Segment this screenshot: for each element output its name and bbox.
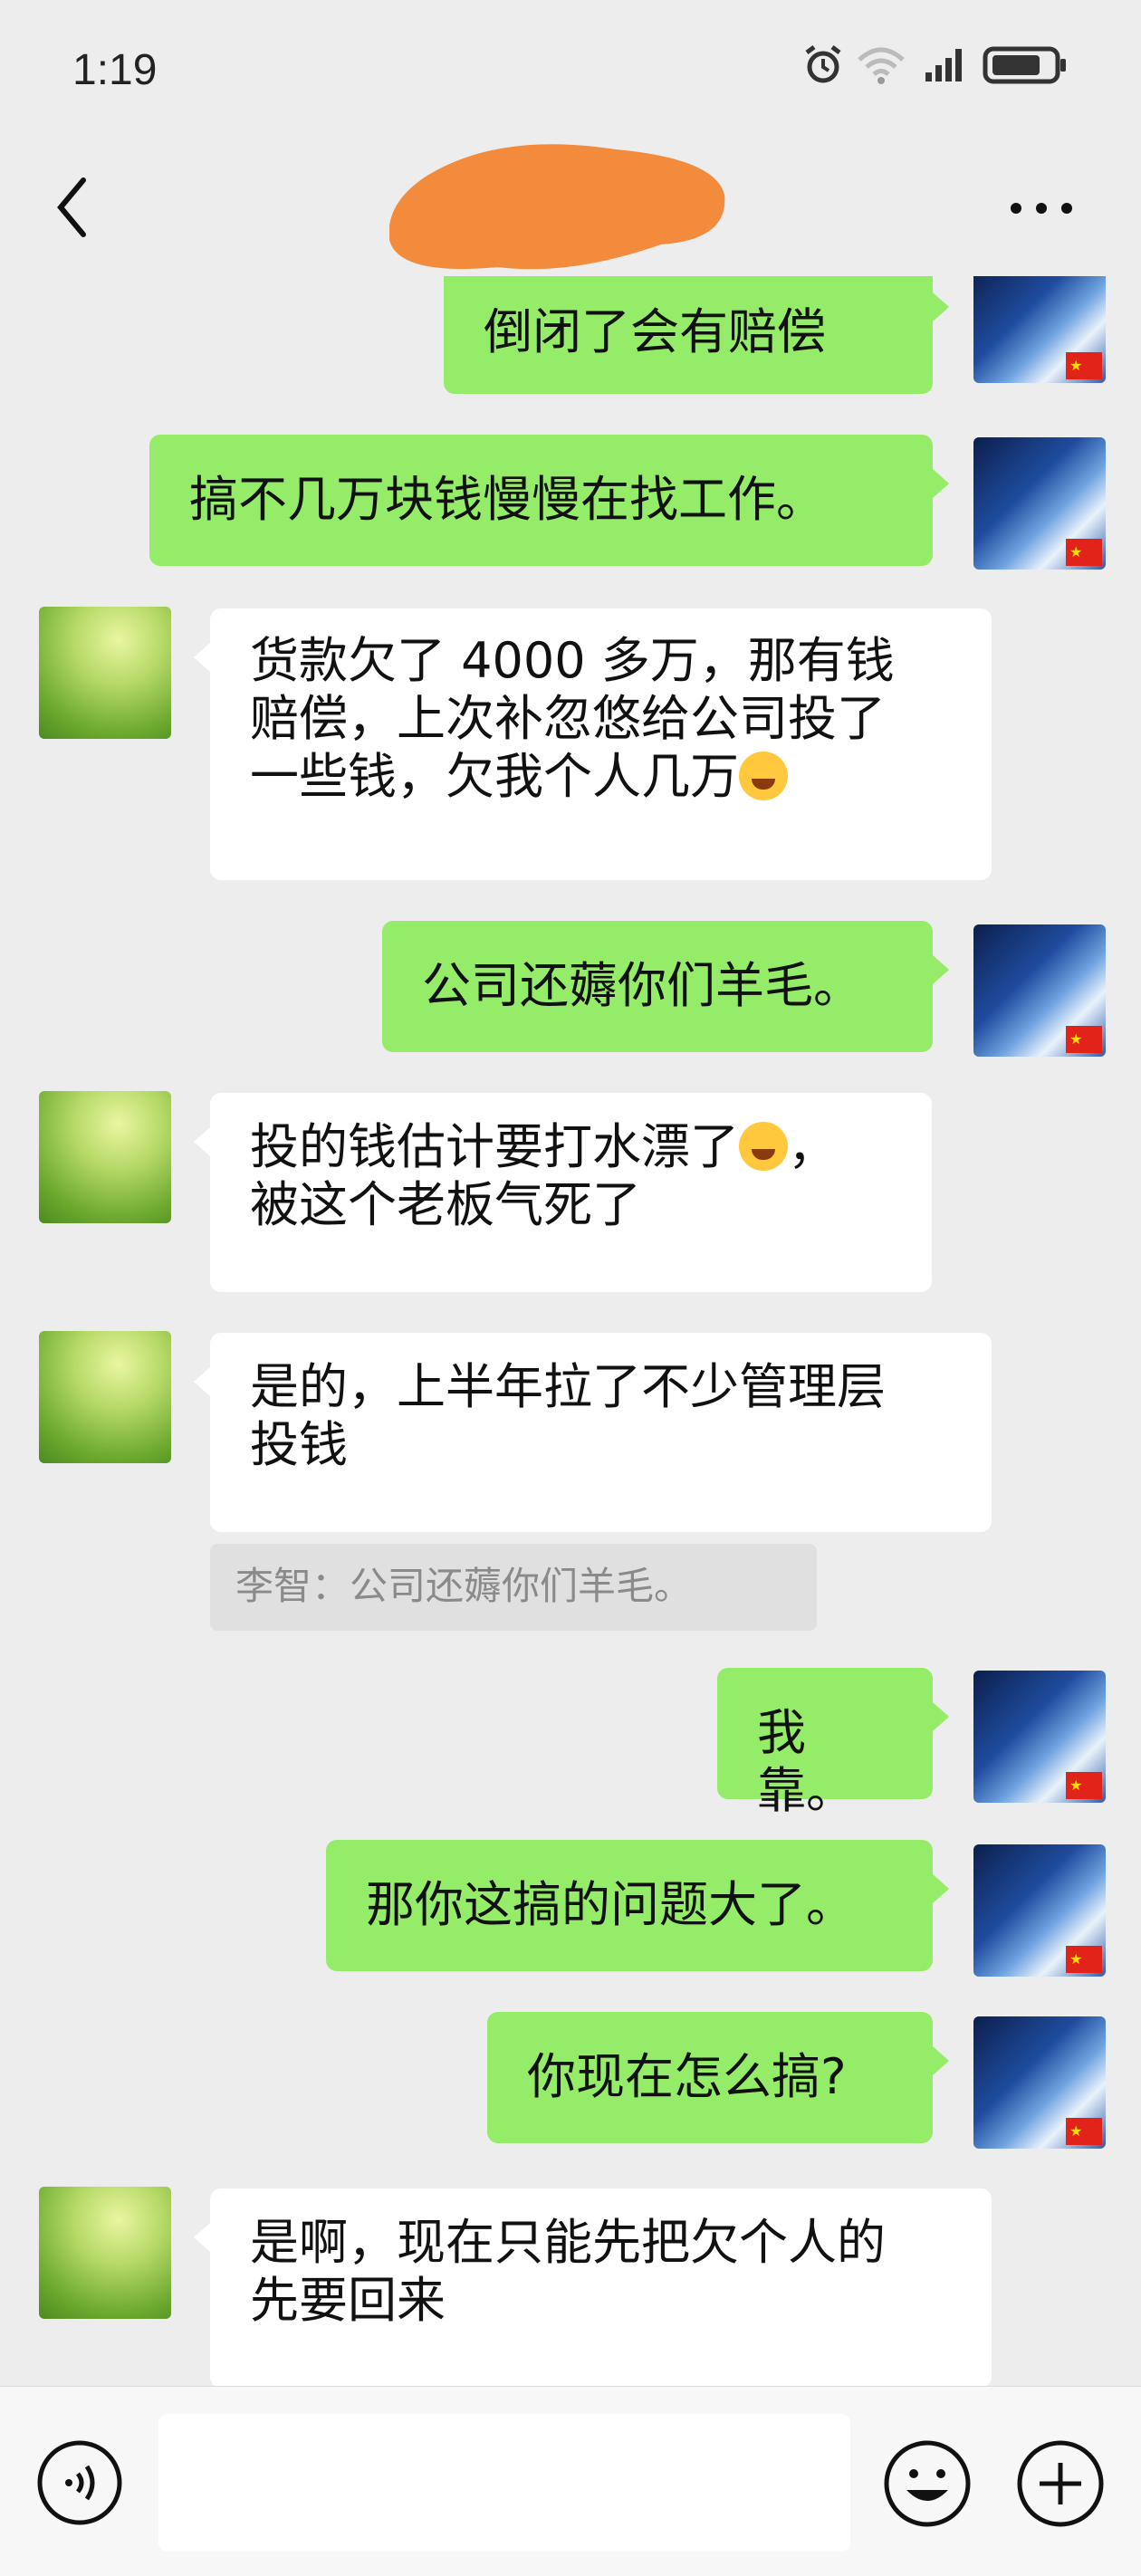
message-bubble-outgoing[interactable]: 倒闭了会有赔偿 [444,276,949,394]
contact-avatar[interactable] [39,1091,171,1223]
quoted-message[interactable]: 李智：公司还薅你们羊毛。 [210,1544,817,1631]
laugh-cry-emoji-icon [739,1122,788,1171]
redacted-title [389,144,725,270]
message-input-bar [0,2386,1141,2576]
message-bubble-outgoing[interactable]: 公司还薅你们羊毛。 [382,921,949,1052]
message-bubble-incoming[interactable]: 货款欠了 4000 多万，那有钱 赔偿，上次补忽悠给公司投了 一些钱，欠我个人几… [194,608,992,880]
message-bubble-outgoing[interactable]: 我靠。 [717,1668,949,1819]
message-bubble-incoming[interactable]: 是的，上半年拉了不少管理层 投钱 [194,1333,992,1532]
contact-avatar[interactable] [39,607,171,739]
self-avatar[interactable]: ★ [973,1671,1106,1803]
message-bubble-outgoing[interactable]: 那你这搞的问题大了。 [326,1840,949,1971]
message-bubble-outgoing[interactable]: 搞不几万块钱慢慢在找工作。 [149,435,949,566]
self-avatar[interactable]: ★ [973,437,1106,570]
message-bubble-incoming[interactable]: 是啊，现在只能先把欠个人的 先要回来 [194,2188,992,2386]
message-input[interactable] [158,2414,850,2552]
flag-icon: ★ [1066,352,1102,379]
self-avatar[interactable]: ★ [973,276,1106,383]
message-bubble-incoming[interactable]: 投的钱估计要打水漂了， 被这个老板气死了 [194,1093,932,1292]
flag-icon: ★ [1066,1026,1102,1053]
status-time: 1:19 [72,46,158,94]
back-button[interactable] [47,171,101,244]
self-avatar[interactable]: ★ [973,1844,1106,1977]
status-bar: 1:19 [0,0,1141,140]
plus-icon[interactable] [1016,2439,1105,2528]
flag-icon: ★ [1066,1772,1102,1799]
chat-header [0,140,1141,276]
self-avatar[interactable]: ★ [973,2016,1106,2149]
alarm-icon [805,45,841,83]
battery-icon [983,46,1066,84]
laugh-cry-emoji-icon [739,752,788,800]
self-avatar[interactable]: ★ [973,924,1106,1057]
flag-icon: ★ [1066,2118,1102,2145]
wifi-icon [858,47,905,84]
message-bubble-outgoing[interactable]: 你现在怎么搞? [487,2012,949,2143]
chat-message-list[interactable]: 倒闭了会有赔偿 ★ 搞不几万块钱慢慢在找工作。 ★ 货款欠了 4000 多万，那… [0,276,1141,2386]
contact-avatar[interactable] [39,2187,171,2319]
flag-icon: ★ [1066,1946,1102,1973]
flag-icon: ★ [1066,539,1102,566]
more-dots-icon[interactable] [1005,186,1078,231]
emoji-icon[interactable] [883,2439,972,2528]
voice-icon[interactable] [36,2439,123,2526]
signal-icon [925,49,962,81]
contact-avatar[interactable] [39,1331,171,1463]
